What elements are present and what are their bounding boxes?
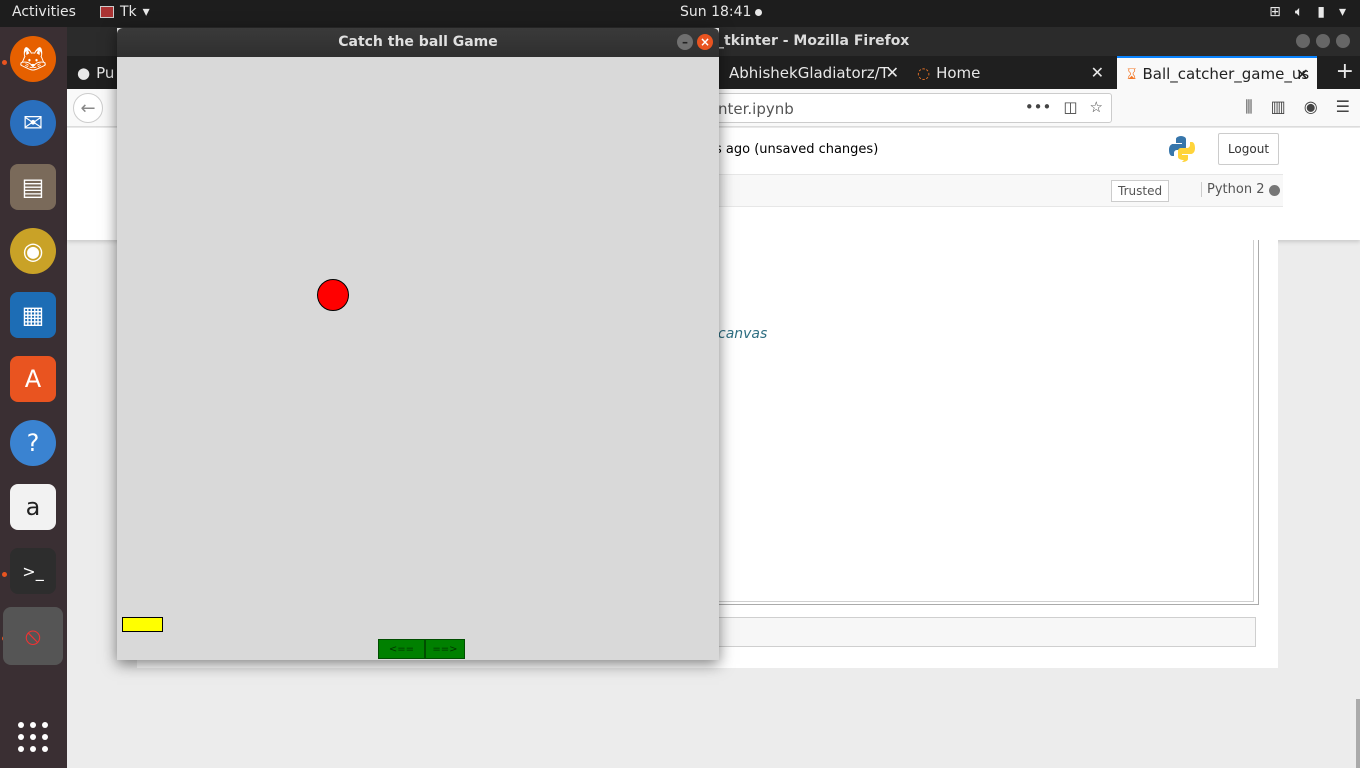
app-menu-label: Tk [120, 4, 137, 20]
move-left-button[interactable]: <== [378, 639, 425, 659]
close-icon[interactable]: ✕ [1091, 63, 1104, 82]
volume-icon: 🔈︎ [1294, 4, 1304, 20]
tk-titlebar[interactable]: Catch the ball Game – × [117, 28, 719, 57]
tab-label: AbhishekGladiatorz/T [729, 63, 889, 82]
running-indicator [2, 60, 7, 65]
github-icon: ● [77, 63, 91, 82]
hourglass-icon: ⌛︎ [1127, 64, 1137, 83]
minimize-icon[interactable]: – [677, 34, 693, 50]
amazon-icon[interactable]: a [10, 484, 56, 530]
rhythmbox-icon[interactable]: ◉ [10, 228, 56, 274]
tab-label: Pu [96, 63, 115, 82]
markdown-cell[interactable] [717, 240, 1254, 602]
new-tab-icon[interactable]: + [1336, 59, 1354, 84]
close-icon[interactable]: × [697, 34, 713, 50]
system-tray[interactable]: ⊞ 🔈︎ ▮ ▾ [1269, 4, 1346, 20]
close-icon[interactable]: ✕ [1296, 65, 1309, 84]
network-icon: ⊞ [1269, 4, 1281, 20]
software-icon[interactable]: A [10, 356, 56, 402]
running-indicator [2, 572, 7, 577]
activities-button[interactable]: Activities [12, 4, 76, 20]
save-status: s ago (unsaved changes) [715, 142, 879, 157]
maximize-icon[interactable] [1316, 34, 1330, 48]
chevron-down-icon: ▾ [1338, 4, 1346, 20]
help-icon[interactable]: ? [10, 420, 56, 466]
thunderbird-icon[interactable]: ✉ [10, 100, 56, 146]
clock[interactable]: Sun 18:41 [680, 4, 763, 20]
files-icon[interactable]: ▤ [10, 164, 56, 210]
sidebar-icon[interactable]: ▥ [1271, 97, 1286, 117]
tab-ball-catcher[interactable]: ⌛︎ Ball_catcher_game_us ✕ [1117, 56, 1317, 89]
library-icon[interactable]: ⫼ [1245, 97, 1252, 117]
firefox-icon[interactable]: 🦊︎ [10, 36, 56, 82]
notification-dot-icon [755, 8, 763, 16]
tk-app-icon[interactable]: ⦸ [3, 607, 63, 665]
tab-label: Ball_catcher_game_us [1142, 64, 1310, 83]
menu-icon[interactable]: ☰ [1336, 97, 1350, 117]
arrow-left-icon: ← [80, 97, 96, 119]
page-scrollbar[interactable] [1356, 699, 1360, 768]
markdown-text: canvas [718, 326, 768, 342]
back-button[interactable]: ← [73, 93, 103, 123]
python-logo-icon [1169, 136, 1195, 162]
app-menu[interactable]: Tk ▾ [100, 4, 150, 20]
battery-icon: ▮ [1317, 4, 1325, 20]
kernel-status-icon [1269, 185, 1280, 196]
pocket-icon[interactable]: ◫ [1063, 98, 1077, 116]
clock-label: Sun 18:41 [680, 4, 752, 20]
dock: 🦊︎ ✉ ▤ ◉ ▦ A ? a >_ ⦸ [0, 27, 67, 768]
tk-game-window: Catch the ball Game – × <== ==> [117, 28, 719, 660]
close-icon[interactable] [1336, 34, 1350, 48]
minimize-icon[interactable] [1296, 34, 1310, 48]
trusted-badge[interactable]: Trusted [1111, 180, 1170, 202]
tab-github-repo[interactable]: AbhishekGladiatorz/T ✕ [707, 56, 907, 89]
top-bar: Activities Tk ▾ Sun 18:41 ⊞ 🔈︎ ▮ ▾ [0, 0, 1360, 27]
kernel-name[interactable]: Python 2 [1201, 182, 1264, 197]
show-apps-icon[interactable] [18, 722, 48, 752]
game-title: Catch the ball Game [338, 34, 498, 50]
code-cell-input[interactable] [717, 617, 1256, 647]
writer-icon[interactable]: ▦ [10, 292, 56, 338]
paddle [122, 617, 163, 632]
game-canvas: <== ==> [117, 57, 719, 660]
tab-label: Home [936, 63, 981, 82]
more-icon[interactable]: ••• [1025, 98, 1052, 116]
jupyter-icon: ◌ [917, 63, 931, 82]
tab-home[interactable]: ◌ Home ✕ [907, 56, 1112, 89]
chevron-down-icon: ▾ [142, 4, 150, 20]
terminal-icon[interactable]: >_ [10, 548, 56, 594]
logout-button[interactable]: Logout [1218, 133, 1279, 165]
move-right-button[interactable]: ==> [425, 639, 465, 659]
ball [317, 279, 349, 311]
window-title: _tkinter - Mozilla Firefox [717, 33, 910, 49]
tk-app-icon [100, 6, 114, 18]
account-icon[interactable]: ◉ [1304, 97, 1318, 117]
close-icon[interactable]: ✕ [886, 63, 899, 82]
url-text: nter.ipynb [718, 100, 794, 118]
star-icon[interactable]: ☆ [1090, 98, 1103, 116]
